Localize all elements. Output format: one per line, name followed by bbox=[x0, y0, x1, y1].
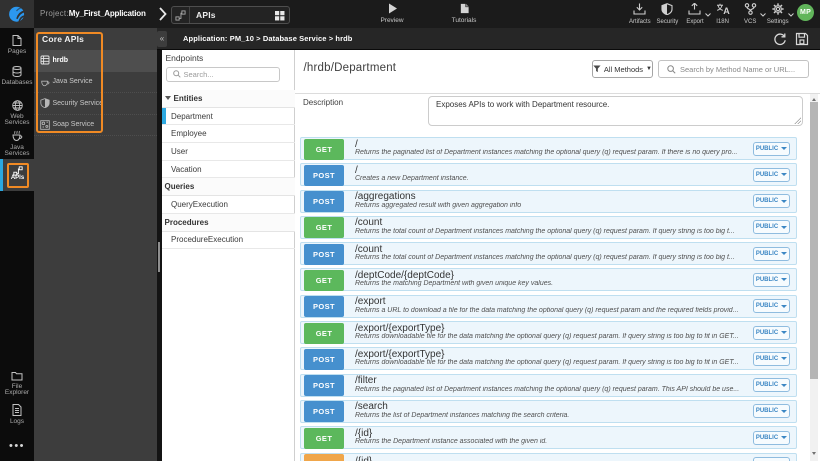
svg-text:A: A bbox=[723, 6, 730, 15]
